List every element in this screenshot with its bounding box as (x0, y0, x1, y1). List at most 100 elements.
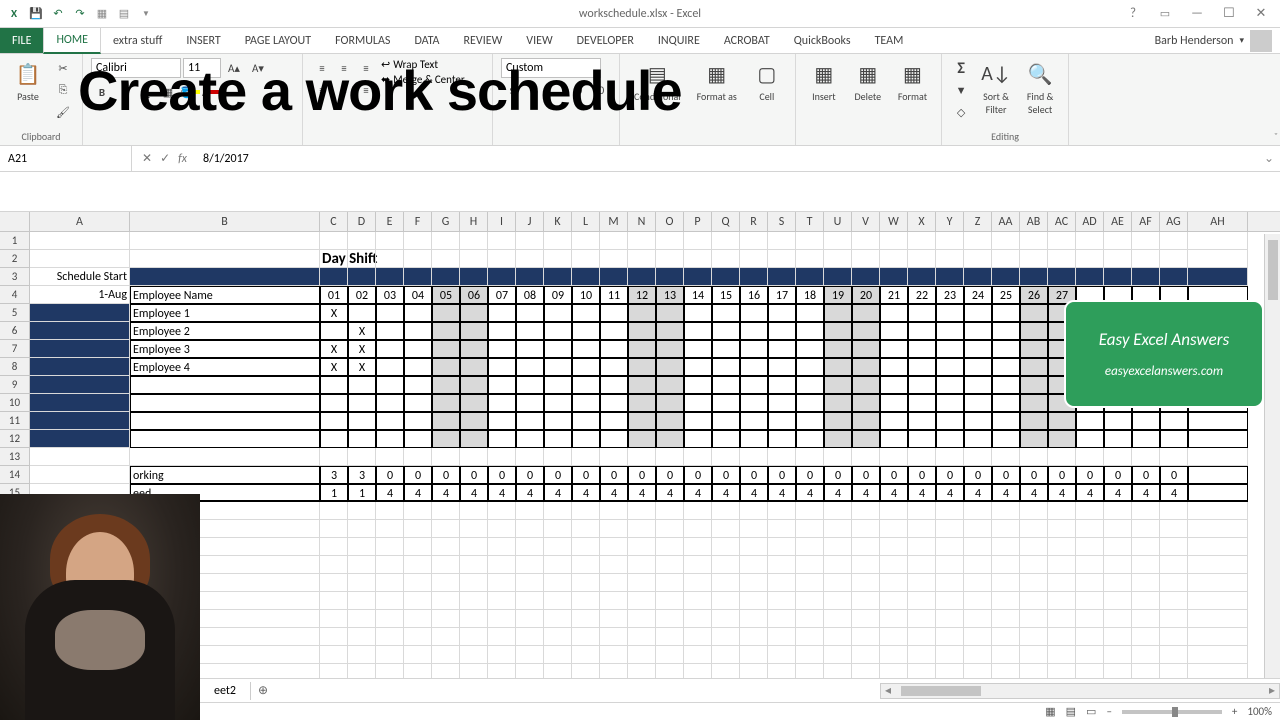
formula-input[interactable]: 8/1/2017 (197, 152, 1258, 166)
cell-AB23[interactable] (1020, 628, 1048, 646)
cell-AA24[interactable] (992, 646, 1020, 664)
cell-AE21[interactable] (1104, 592, 1132, 610)
format-button[interactable]: ▦Format (892, 58, 933, 105)
cell-U2[interactable] (824, 250, 852, 268)
cell-Y12[interactable] (936, 430, 964, 448)
cell-R24[interactable] (740, 646, 768, 664)
cell-P6[interactable] (684, 322, 712, 340)
cell-AA1[interactable] (992, 232, 1020, 250)
cell-D7[interactable]: X (348, 340, 376, 358)
cell-C6[interactable] (320, 322, 348, 340)
cell-W8[interactable] (880, 358, 908, 376)
cell-AA11[interactable] (992, 412, 1020, 430)
cell-J24[interactable] (516, 646, 544, 664)
add-sheet-button[interactable]: ⊕ (251, 683, 275, 698)
cell-B1[interactable] (130, 232, 320, 250)
cell-AG18[interactable] (1160, 538, 1188, 556)
col-header-O[interactable]: O (656, 212, 684, 231)
cell-R2[interactable] (740, 250, 768, 268)
cell-styles-button[interactable]: ▢Cell (747, 58, 787, 105)
cell-A10[interactable] (30, 394, 130, 412)
cell-U12[interactable] (824, 430, 852, 448)
cell-X10[interactable] (908, 394, 936, 412)
cell-J7[interactable] (516, 340, 544, 358)
cell-AB2[interactable] (1020, 250, 1048, 268)
cell-AD13[interactable] (1076, 448, 1104, 466)
cell-A14[interactable] (30, 466, 130, 484)
cell-V13[interactable] (852, 448, 880, 466)
cell-J6[interactable] (516, 322, 544, 340)
cell-I2[interactable] (488, 250, 516, 268)
cell-M21[interactable] (600, 592, 628, 610)
cell-Y6[interactable] (936, 322, 964, 340)
cell-AA20[interactable] (992, 574, 1020, 592)
cell-R12[interactable] (740, 430, 768, 448)
cell-P1[interactable] (684, 232, 712, 250)
cell-R20[interactable] (740, 574, 768, 592)
cell-C24[interactable] (320, 646, 348, 664)
cell-V17[interactable] (852, 520, 880, 538)
cell-O15[interactable]: 4 (656, 484, 684, 502)
cell-H11[interactable] (460, 412, 488, 430)
cell-H12[interactable] (460, 430, 488, 448)
cell-T20[interactable] (796, 574, 824, 592)
cell-Q22[interactable] (712, 610, 740, 628)
cell-AB4[interactable]: 26 (1020, 286, 1048, 304)
cell-K6[interactable] (544, 322, 572, 340)
cell-AB16[interactable] (1020, 502, 1048, 520)
cell-M24[interactable] (600, 646, 628, 664)
cell-AA18[interactable] (992, 538, 1020, 556)
col-header-C[interactable]: C (320, 212, 348, 231)
cell-K4[interactable]: 09 (544, 286, 572, 304)
cell-F13[interactable] (404, 448, 432, 466)
cell-E12[interactable] (376, 430, 404, 448)
cell-P22[interactable] (684, 610, 712, 628)
cell-A7[interactable] (30, 340, 130, 358)
cell-D21[interactable] (348, 592, 376, 610)
cell-T10[interactable] (796, 394, 824, 412)
col-header-L[interactable]: L (572, 212, 600, 231)
cell-Y11[interactable] (936, 412, 964, 430)
cell-H23[interactable] (460, 628, 488, 646)
cell-W16[interactable] (880, 502, 908, 520)
cell-Q6[interactable] (712, 322, 740, 340)
cell-AC23[interactable] (1048, 628, 1076, 646)
cell-C15[interactable]: 1 (320, 484, 348, 502)
cell-D17[interactable] (348, 520, 376, 538)
cell-G10[interactable] (432, 394, 460, 412)
cell-T15[interactable]: 4 (796, 484, 824, 502)
cell-P16[interactable] (684, 502, 712, 520)
cell-O1[interactable] (656, 232, 684, 250)
ribbon-options-icon[interactable]: ▭ (1150, 3, 1180, 25)
cell-AG23[interactable] (1160, 628, 1188, 646)
col-header-T[interactable]: T (796, 212, 824, 231)
cell-A11[interactable] (30, 412, 130, 430)
cell-V10[interactable] (852, 394, 880, 412)
cell-D14[interactable]: 3 (348, 466, 376, 484)
cell-I14[interactable]: 0 (488, 466, 516, 484)
cell-Z10[interactable] (964, 394, 992, 412)
cell-Y22[interactable] (936, 610, 964, 628)
cell-A9[interactable] (30, 376, 130, 394)
cell-W2[interactable] (880, 250, 908, 268)
cell-D9[interactable] (348, 376, 376, 394)
cell-U22[interactable] (824, 610, 852, 628)
cell-U8[interactable] (824, 358, 852, 376)
cell-AB21[interactable] (1020, 592, 1048, 610)
cell-AE13[interactable] (1104, 448, 1132, 466)
cell-H16[interactable] (460, 502, 488, 520)
cell-L12[interactable] (572, 430, 600, 448)
cell-N10[interactable] (628, 394, 656, 412)
cell-B3[interactable] (130, 268, 320, 286)
cell-I21[interactable] (488, 592, 516, 610)
cell-L14[interactable]: 0 (572, 466, 600, 484)
cell-F8[interactable] (404, 358, 432, 376)
cell-E14[interactable]: 0 (376, 466, 404, 484)
cell-R19[interactable] (740, 556, 768, 574)
cell-P13[interactable] (684, 448, 712, 466)
cell-Z23[interactable] (964, 628, 992, 646)
cell-N20[interactable] (628, 574, 656, 592)
cell-M5[interactable] (600, 304, 628, 322)
cell-G22[interactable] (432, 610, 460, 628)
cell-R17[interactable] (740, 520, 768, 538)
